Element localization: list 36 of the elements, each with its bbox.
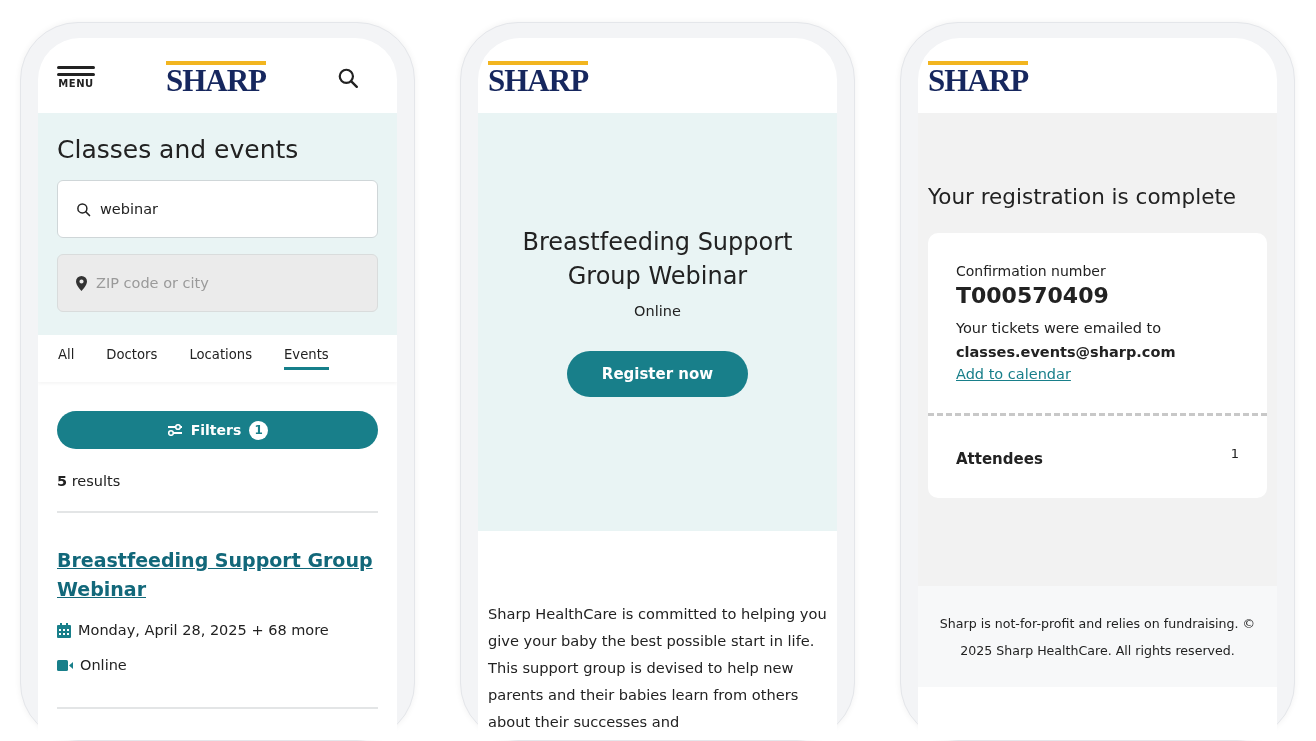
menu-icon xyxy=(57,66,95,76)
event-date: Monday, April 28, 2025 + 68 more xyxy=(78,622,329,638)
menu-button[interactable]: MENU xyxy=(57,66,95,89)
register-button[interactable]: Register now xyxy=(567,351,748,397)
filter-count-badge: 1 xyxy=(249,420,269,440)
tab[interactable]: Locations xyxy=(189,347,253,370)
email-label: Your tickets were emailed to xyxy=(956,320,1163,336)
tab[interactable]: Events xyxy=(284,347,329,370)
logo[interactable]: SHARP xyxy=(488,60,589,95)
tab[interactable]: All xyxy=(58,347,75,370)
confirmation-title: Your registration is complete xyxy=(928,184,1238,209)
footer-text: Sharp is not-for-profit and relies on fundraising. © 2025 Sharp HealthCare. All rights reserved. xyxy=(918,586,1277,687)
calendar-icon xyxy=(57,622,71,638)
confirmation-label: Confirmation number xyxy=(956,263,1107,279)
event-title-link[interactable]: Breastfeeding Support Group Webinar xyxy=(57,546,378,604)
filters-button[interactable]: Filters 1 xyxy=(57,411,378,449)
attendees-count: 1 xyxy=(1230,446,1239,463)
add-to-calendar-link[interactable]: Add to calendar xyxy=(956,366,1071,382)
page-title: Classes and events xyxy=(57,135,300,164)
email-address: classes.events@sharp.com xyxy=(956,344,1177,360)
event-location: Online xyxy=(634,303,681,319)
event-title: Breastfeeding Support Group Webinar xyxy=(521,227,794,292)
search-icon xyxy=(337,66,359,89)
logo[interactable]: SHARP xyxy=(165,60,267,95)
event-description: Sharp HealthCare is committed to helping you give your baby the best possible start in life. This support group is devised to help new parents and their babies learn from others about their successes and xyxy=(487,604,828,732)
event-location: Online xyxy=(80,657,127,673)
location-pin-icon xyxy=(76,275,87,291)
tab[interactable]: Doctors xyxy=(106,347,158,370)
confirmation-number: T000570409 xyxy=(956,283,1110,308)
search-icon xyxy=(76,201,91,217)
search-field[interactable]: webinar xyxy=(57,180,378,238)
logo[interactable]: SHARP xyxy=(928,60,1029,95)
video-camera-icon xyxy=(57,659,73,671)
sliders-icon xyxy=(166,424,183,436)
attendees-label: Attendees xyxy=(956,450,1043,468)
results-count: 5 results xyxy=(57,473,378,513)
